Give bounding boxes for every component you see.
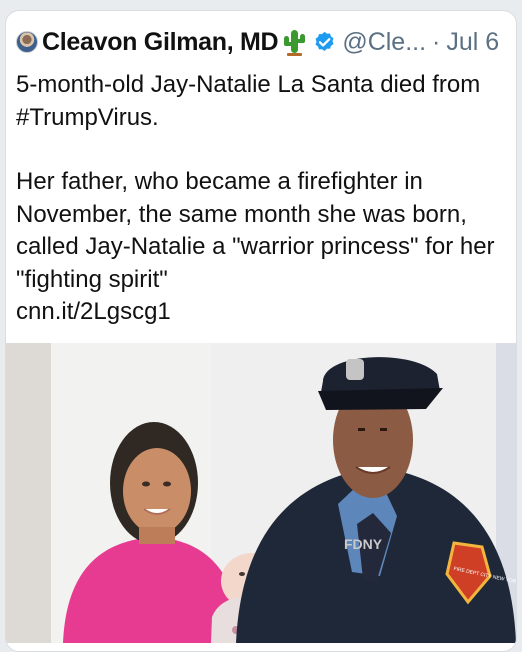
tweet-photo[interactable]: FDNY FIRE DEPT CITY NEW YORK xyxy=(6,343,516,643)
tweet-header: Cleavon Gilman, MD @Cle... · Jul 6 xyxy=(16,25,506,59)
tweet-line: 5-month-old Jay-Natalie La Santa died fr… xyxy=(16,71,481,98)
cactus-icon xyxy=(284,30,306,56)
verified-icon xyxy=(315,31,334,51)
jacket-text: FDNY xyxy=(344,536,383,552)
article-link[interactable]: cnn.it/2Lgscg1 xyxy=(16,298,171,325)
tweet-paragraph: Her father, who became a firefighter in … xyxy=(16,168,495,293)
tweet-body: 5-month-old Jay-Natalie La Santa died fr… xyxy=(16,69,512,329)
display-name[interactable]: Cleavon Gilman, MD xyxy=(42,28,279,57)
hashtag-link[interactable]: #TrumpVirus. xyxy=(16,104,159,131)
tweet-timestamp[interactable]: Jul 6 xyxy=(446,28,499,57)
separator: · xyxy=(432,27,441,56)
tweet-card[interactable]: Cleavon Gilman, MD @Cle... · Jul 6 5-mon… xyxy=(5,10,517,652)
avatar[interactable] xyxy=(16,31,38,53)
photo-illustration: FDNY FIRE DEPT CITY NEW YORK xyxy=(6,343,516,643)
user-handle[interactable]: @Cle... xyxy=(342,28,426,57)
